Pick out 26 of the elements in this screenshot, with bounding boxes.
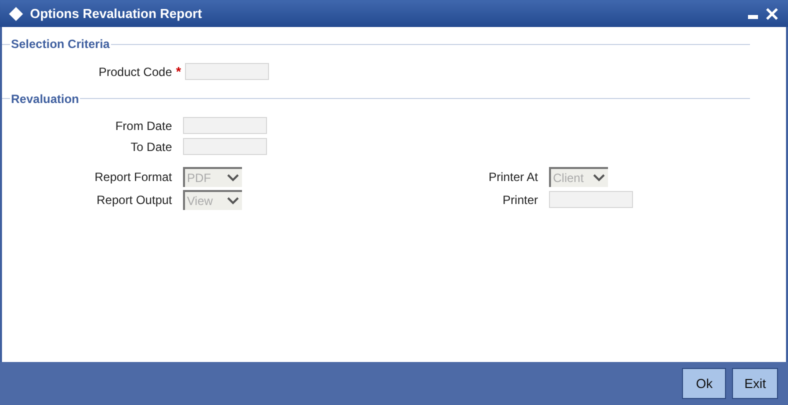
dropdown[interactable]: View [183,190,242,210]
input-field[interactable] [549,191,633,208]
close-icon[interactable] [766,8,778,20]
field-label: Report Output [96,192,172,208]
chevron-icon [227,196,239,204]
field-label: Report Format [94,168,172,186]
field-label: Product Code [98,64,172,81]
field-label: To Date [130,138,172,156]
window-title: Options Revaluation Report [30,4,202,23]
dialog-button[interactable]: Ok [682,368,726,399]
dialog-button[interactable]: Exit [732,368,778,399]
dropdown[interactable]: PDF [183,166,242,186]
field-label: Printer [502,192,538,208]
input-field[interactable] [183,138,267,155]
field-label: Printer At [488,168,538,186]
field-label: From Date [114,118,172,134]
dropdown[interactable]: Client [549,166,608,186]
input-field[interactable] [185,63,270,80]
required-mark: * [176,63,182,81]
diamond-icon [8,6,24,22]
chevron-icon [227,174,239,182]
section-title: Revaluation [10,90,80,108]
minimize-icon[interactable] [748,14,758,18]
chevron-icon [593,174,605,182]
input-field[interactable] [183,117,267,134]
section-title: Selection Criteria [10,36,111,53]
